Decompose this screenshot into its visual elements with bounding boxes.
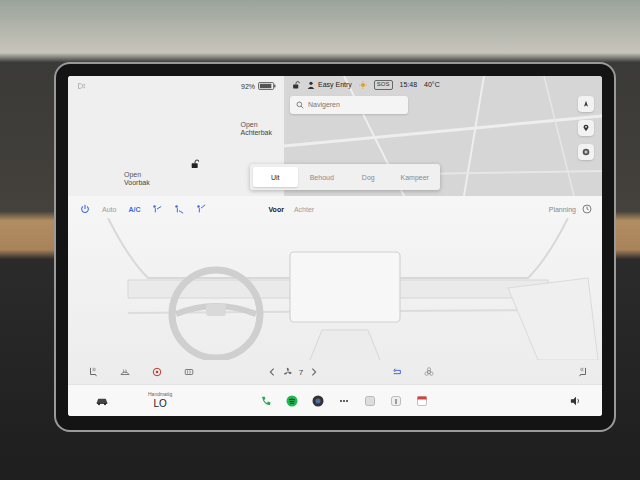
volume-icon[interactable]	[570, 395, 582, 407]
clock-icon	[582, 204, 592, 214]
steering-wheel-heater-icon[interactable]	[152, 367, 162, 377]
camera-icon[interactable]	[312, 395, 324, 407]
climate-mode-option[interactable]: Behoud	[300, 167, 345, 187]
fan-speed-control: 7	[267, 367, 319, 377]
zone-tabs: Voor Achter	[268, 206, 314, 213]
cabin-view	[68, 218, 602, 360]
airflow-feet-icon[interactable]	[174, 204, 184, 214]
toybox-icon[interactable]	[364, 395, 376, 407]
climate-panel: Auto A/C Voor Achter Planning 7	[68, 196, 602, 384]
padlock-icon[interactable]	[191, 159, 199, 169]
more-icon[interactable]	[338, 395, 350, 407]
profile-name: Easy Entry	[318, 81, 352, 88]
search-icon	[296, 101, 304, 109]
sos-button[interactable]: SOS	[374, 80, 393, 90]
climate-mode-option[interactable]: Kampeer	[393, 167, 438, 187]
climate-header: Auto A/C Voor Achter Planning	[68, 196, 602, 218]
pin-button[interactable]	[578, 120, 594, 136]
map-options-button[interactable]	[578, 144, 594, 160]
climate-mode-label: Kampeer	[401, 174, 429, 181]
phone-icon[interactable]	[260, 395, 272, 407]
auto-button[interactable]: Auto	[102, 206, 116, 213]
power-icon[interactable]	[80, 204, 90, 214]
cabin-temperature[interactable]: HandmatigLO	[148, 392, 172, 409]
ac-button[interactable]: A/C	[128, 206, 140, 213]
search-placeholder: Navigeren	[308, 101, 340, 108]
compass-button[interactable]	[578, 96, 594, 112]
schedule-label: Planning	[549, 206, 576, 213]
climate-controls: 7	[68, 360, 602, 384]
airflow-windshield-icon[interactable]	[196, 204, 206, 214]
climate-mode-option[interactable]: Uit	[253, 167, 298, 187]
outside-temperature: 40°C	[424, 81, 440, 88]
car-interior: 92%OpenVoorbakOpenAchterbakEasy EntrySOS…	[0, 0, 640, 480]
chevron-left-icon[interactable]	[267, 367, 277, 377]
schedule-button[interactable]: Planning	[549, 204, 592, 214]
rear-defrost-icon[interactable]	[184, 367, 194, 377]
right-controls	[392, 367, 588, 377]
seat-heater-right-icon[interactable]	[578, 367, 588, 377]
climate-mode-label: Behoud	[310, 174, 334, 181]
left-controls	[88, 367, 194, 377]
person-icon	[307, 81, 315, 89]
climate-keep-menu: Uit Behoud Dog Kampeer	[250, 164, 440, 190]
trunk-action: Open	[240, 121, 272, 129]
car-icon[interactable]	[96, 395, 108, 407]
temperature-value: LO	[153, 398, 166, 409]
car-actions: OpenVoorbakOpenAchterbak	[76, 91, 276, 191]
manual-icon[interactable]	[390, 395, 402, 407]
clock: 15:48	[400, 81, 418, 88]
pin-icon	[582, 124, 590, 132]
fan-speed-value: 7	[299, 368, 303, 377]
lock-status-icon[interactable]	[292, 81, 300, 89]
status-bar: Easy Entry SOS 15:48 40°C	[290, 80, 596, 90]
screen-ui: 92%OpenVoorbakOpenAchterbakEasy EntrySOS…	[68, 76, 602, 416]
frunk-action: Open	[124, 171, 150, 179]
navigation-search[interactable]: Navigeren	[290, 96, 408, 114]
battery-percentage: 92%	[241, 83, 255, 90]
climate-mode-label: Dog	[362, 174, 375, 181]
compass-icon	[582, 100, 590, 108]
climate-mode-option[interactable]: Dog	[346, 167, 391, 187]
spacer	[456, 372, 556, 373]
taskbar: HandmatigLO	[68, 384, 602, 416]
zone-tab[interactable]: Voor	[268, 206, 283, 213]
touchscreen: 92%OpenVoorbakOpenAchterbakEasy EntrySOS…	[54, 62, 616, 432]
frunk-label: Voorbak	[124, 179, 150, 187]
battery-indicator: 92%	[241, 82, 276, 90]
seat-heater-left-icon[interactable]	[88, 367, 98, 377]
dashboard-illustration	[68, 218, 602, 360]
chevron-right-icon[interactable]	[309, 367, 319, 377]
recirculation-icon[interactable]	[392, 367, 402, 377]
driver-profile[interactable]: Easy Entry	[307, 81, 352, 89]
airflow-face-icon[interactable]	[152, 204, 162, 214]
sentry-icon[interactable]	[359, 81, 367, 89]
battery-icon	[258, 82, 276, 90]
front-defrost-icon[interactable]	[120, 367, 130, 377]
spotify-icon[interactable]	[286, 395, 298, 407]
headlight-icon[interactable]	[76, 81, 86, 91]
frunk-button[interactable]: OpenVoorbak	[124, 171, 150, 187]
fan-icon	[283, 367, 293, 377]
calendar-icon[interactable]	[416, 395, 428, 407]
app-launcher	[260, 395, 428, 407]
climate-mode-label: Uit	[271, 174, 280, 181]
trunk-button[interactable]: OpenAchterbak	[240, 121, 272, 137]
plus-icon	[582, 148, 590, 156]
trunk-label: Achterbak	[240, 129, 272, 137]
car-top-row: 92%	[76, 81, 276, 91]
zone-tab[interactable]: Achter	[294, 206, 314, 213]
bioweapon-mode-icon[interactable]	[424, 367, 434, 377]
map-buttons	[578, 96, 596, 192]
temperature-mode: Handmatig	[148, 392, 172, 398]
